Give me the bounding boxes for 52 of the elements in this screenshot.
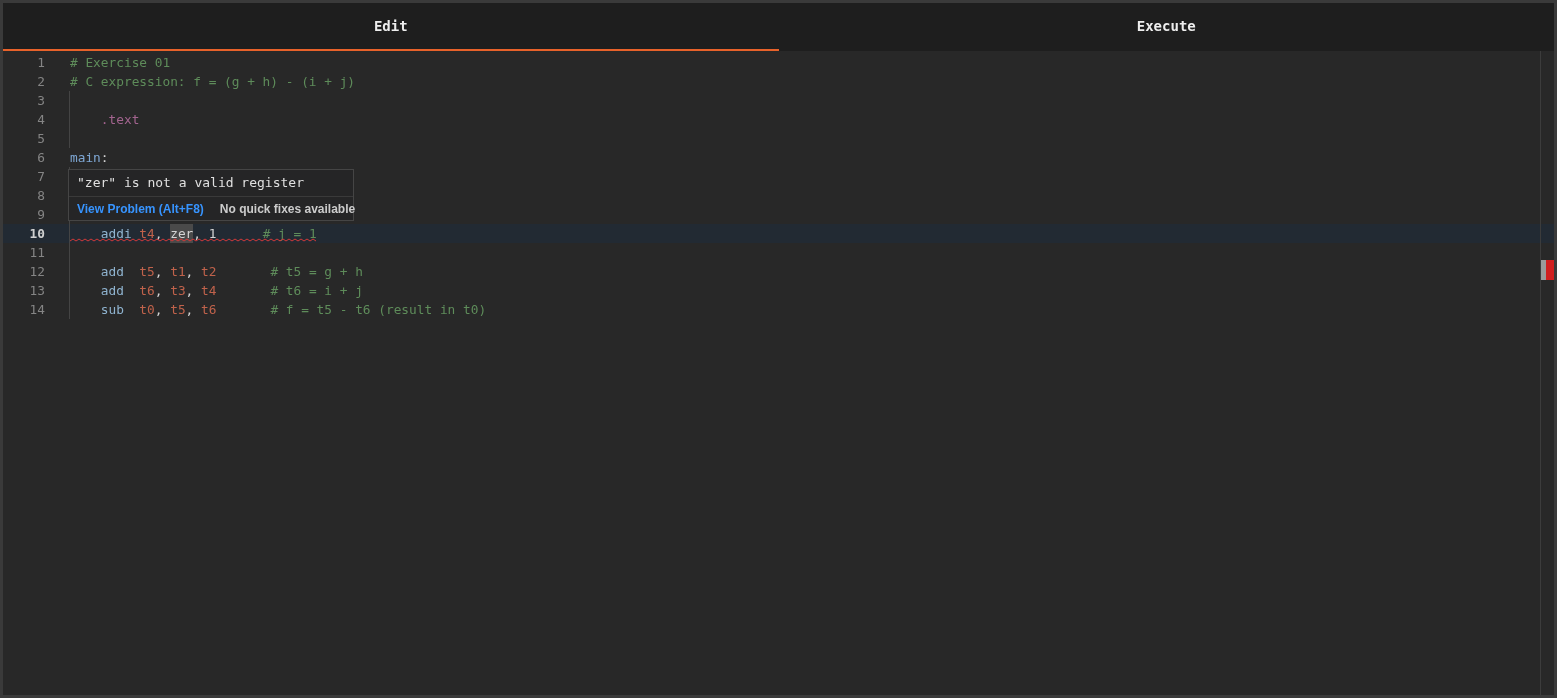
- code-comment: # f = t5 - t6 (result in t0): [269, 301, 487, 319]
- code-token: sub: [99, 301, 125, 319]
- code-token: t4: [139, 225, 155, 243]
- error-message: "zer" is not a valid register: [76, 174, 305, 192]
- code-token: addi: [99, 225, 133, 243]
- code-comment: # t5 = g + h: [269, 263, 363, 281]
- code-comment: # j = 1: [261, 225, 317, 243]
- quick-fix-note: No quick fixes available: [219, 200, 356, 218]
- line-number: 5: [36, 130, 45, 148]
- code-comment: # Exercise 01: [70, 54, 171, 72]
- line-number: 11: [28, 244, 45, 262]
- line-number: 12: [28, 263, 45, 281]
- code-token: t3: [170, 282, 186, 300]
- code-token: ,: [185, 282, 195, 300]
- code-comment: # C expression: f = (g + h) - (i + j): [70, 73, 356, 91]
- tab[interactable]: Execute: [778, 3, 1554, 51]
- line-number: 4: [36, 111, 45, 129]
- code-token: t1: [170, 263, 186, 281]
- line-number: 8: [36, 187, 45, 205]
- line-number: 7: [36, 168, 45, 186]
- code-token: :: [100, 149, 109, 167]
- tab[interactable]: Edit: [3, 3, 779, 51]
- code-token: t6: [201, 301, 217, 319]
- code-token: ,: [154, 225, 164, 243]
- code-token: , 1: [193, 225, 217, 243]
- code-token: t4: [201, 282, 217, 300]
- code-token: t0: [139, 301, 155, 319]
- line-number: 13: [28, 282, 45, 300]
- code-token: ,: [154, 301, 164, 319]
- code-token: ,: [185, 301, 195, 319]
- code-comment: # t6 = i + j: [269, 282, 363, 300]
- line-number: 6: [36, 149, 45, 167]
- line-number: 3: [36, 92, 45, 110]
- line-number: 2: [36, 73, 45, 91]
- code-token: main: [70, 149, 101, 167]
- code-token: add: [99, 263, 125, 281]
- code-token: .text: [99, 111, 140, 129]
- code-token: t5: [170, 301, 186, 319]
- code-token: ,: [154, 282, 164, 300]
- line-number: 9: [36, 206, 45, 224]
- view-problem-link[interactable]: View Problem (Alt+F8): [77, 199, 204, 218]
- code-token: t6: [139, 282, 155, 300]
- code-token: add: [99, 282, 125, 300]
- line-number: 14: [28, 301, 45, 319]
- code-token: t2: [201, 263, 217, 281]
- line-number: 1: [36, 54, 45, 72]
- code-token: t5: [139, 263, 155, 281]
- error-marker: [1541, 260, 1554, 280]
- line-number: 10: [28, 225, 45, 243]
- code-token: ,: [185, 263, 195, 281]
- code-token: ,: [154, 263, 164, 281]
- code-token: zer: [170, 224, 194, 243]
